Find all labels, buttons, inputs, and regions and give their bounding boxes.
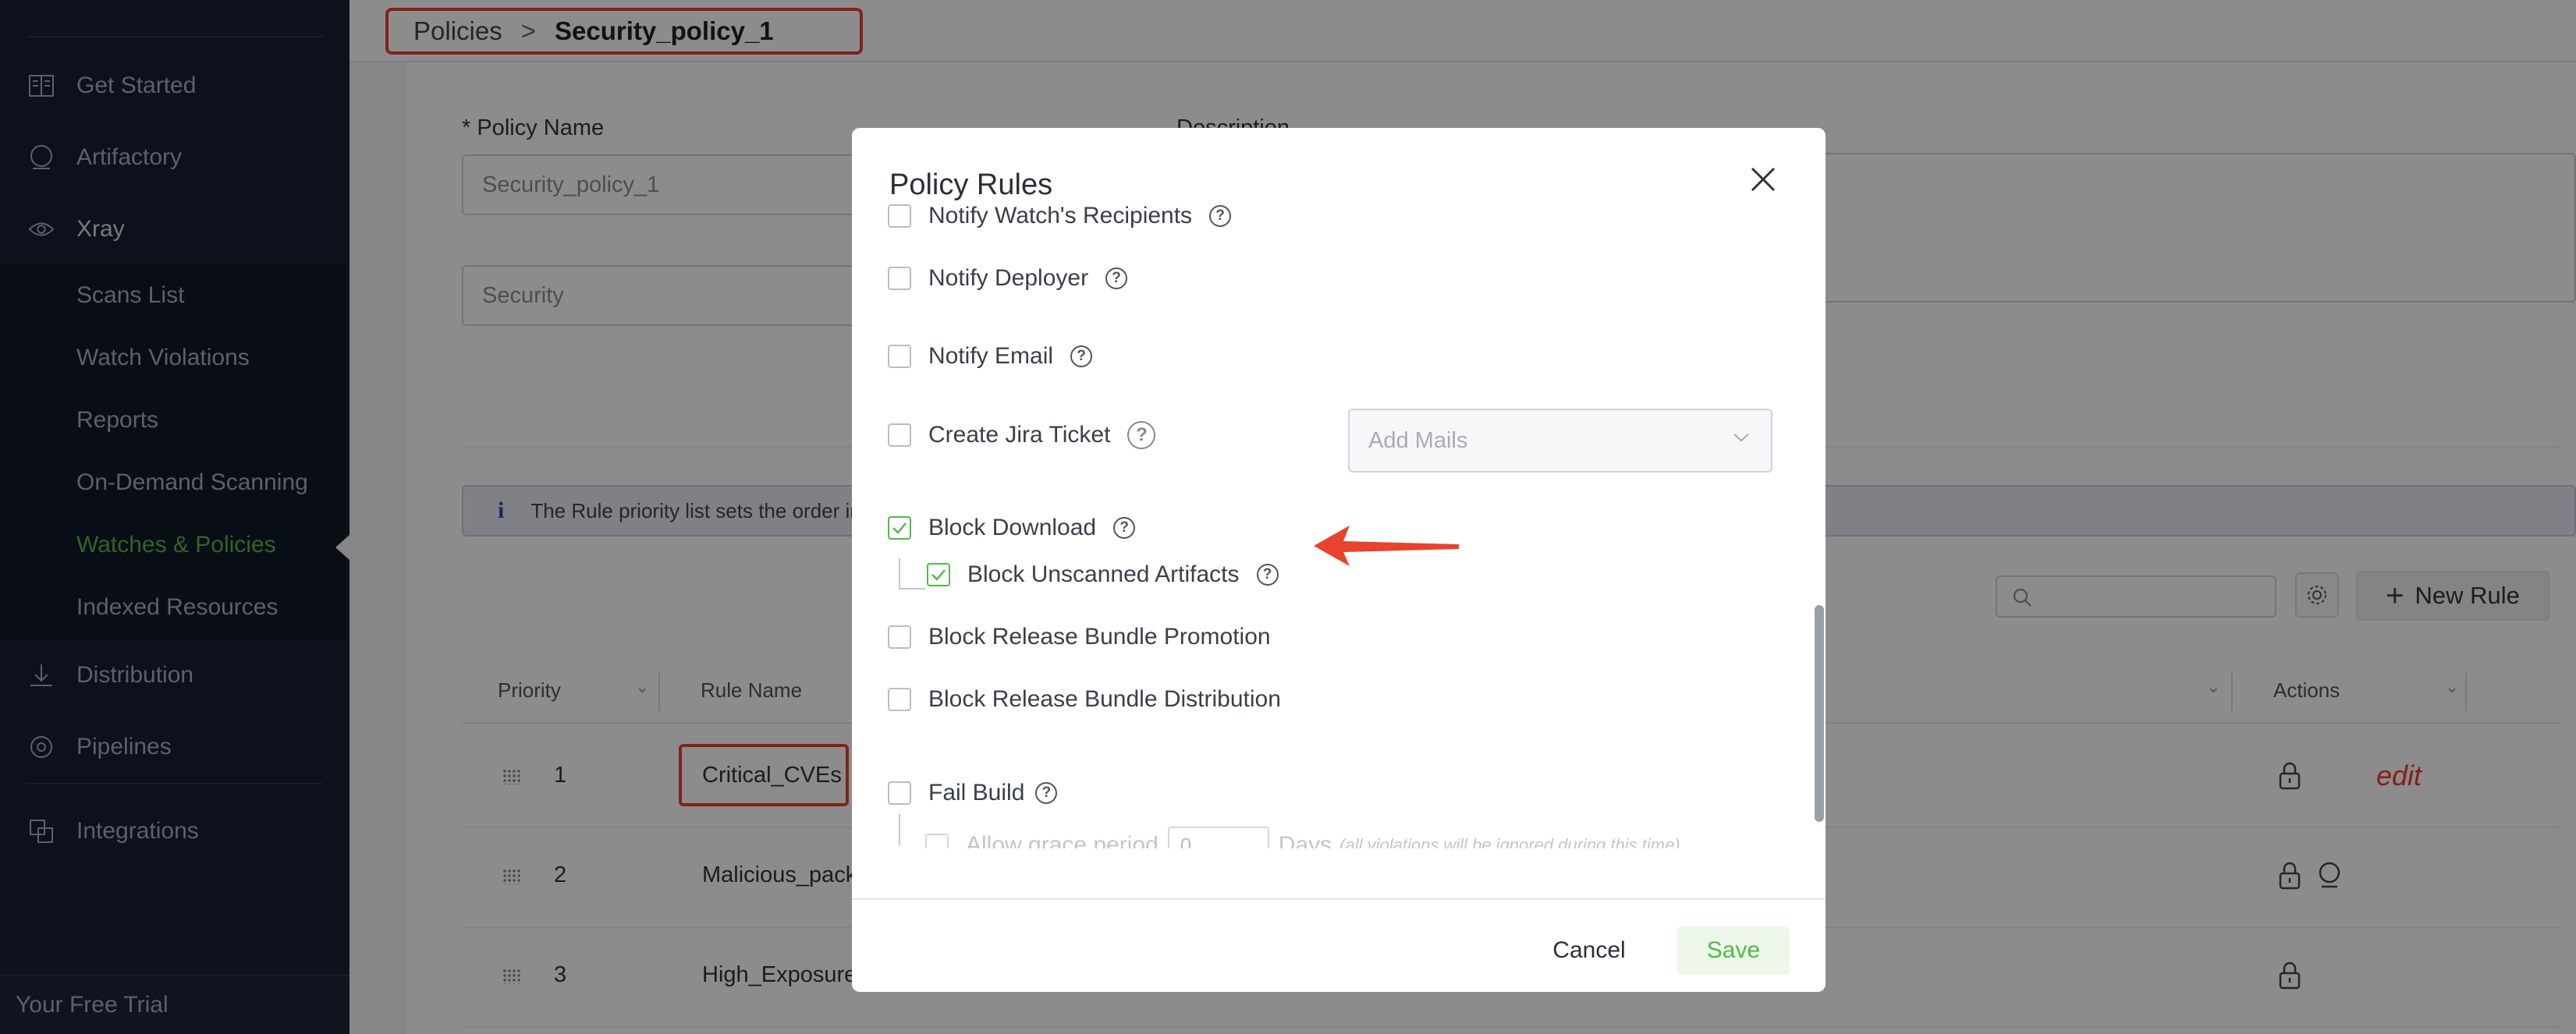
grace-days-input[interactable]: 0	[1167, 827, 1269, 848]
block-release-promotion-checkbox[interactable]	[888, 625, 911, 649]
option-label: Notify Deployer	[928, 265, 1089, 291]
help-icon[interactable]: ?	[1209, 205, 1232, 227]
grace-hint: (all violations will be ignored during t…	[1339, 835, 1680, 848]
annotation-arrow-icon	[1314, 526, 1459, 566]
grace-days-label: Days	[1278, 832, 1332, 848]
cancel-button[interactable]: Cancel	[1538, 926, 1640, 975]
option-notify-watch-recipients: Notify Watch's Recipients ?	[888, 203, 1232, 229]
notify-watch-recipients-checkbox[interactable]	[888, 204, 911, 228]
grace-period-checkbox[interactable]	[925, 834, 949, 848]
block-release-distribution-checkbox[interactable]	[888, 688, 911, 711]
check-icon	[892, 522, 907, 534]
help-icon[interactable]: ?	[1105, 267, 1128, 289]
block-download-checkbox[interactable]	[888, 516, 911, 540]
add-mails-dropdown[interactable]: Add Mails	[1348, 409, 1772, 473]
save-button[interactable]: Save	[1677, 926, 1790, 975]
modal-title: Policy Rules	[889, 168, 1053, 201]
option-label: Block Release Bundle Promotion	[928, 624, 1271, 650]
grace-period-label: Allow grace period	[966, 832, 1158, 848]
option-notify-deployer: Notify Deployer ?	[888, 265, 1128, 292]
notify-email-checkbox[interactable]	[888, 345, 911, 368]
option-fail-build: Fail Build ?	[888, 780, 1058, 806]
tree-connector	[899, 588, 925, 590]
help-icon[interactable]: ?	[1070, 345, 1093, 367]
option-label: Block Release Bundle Distribution	[928, 686, 1281, 712]
close-icon[interactable]	[1746, 162, 1780, 197]
option-label: Block Download	[928, 515, 1097, 540]
option-label: Notify Watch's Recipients	[928, 203, 1193, 228]
tree-connector	[899, 814, 900, 845]
block-unscanned-checkbox[interactable]	[927, 563, 950, 586]
fail-build-checkbox[interactable]	[888, 781, 911, 805]
option-block-unscanned-artifacts: Block Unscanned Artifacts ?	[927, 561, 1279, 588]
help-icon[interactable]: ?	[1256, 564, 1279, 586]
modal-scrollbar[interactable]	[1815, 605, 1824, 822]
option-notify-email: Notify Email ?	[888, 343, 1093, 370]
help-icon[interactable]: ?	[1113, 517, 1136, 539]
notify-deployer-checkbox[interactable]	[888, 267, 911, 290]
option-block-download: Block Download ?	[888, 515, 1136, 541]
check-icon	[931, 569, 946, 581]
help-icon[interactable]: ?	[1035, 782, 1058, 804]
option-label: Fail Build	[928, 780, 1025, 806]
option-block-release-bundle-promotion: Block Release Bundle Promotion	[888, 624, 1271, 650]
create-jira-ticket-checkbox[interactable]	[888, 423, 911, 447]
modal-footer: Cancel Save	[852, 898, 1826, 992]
option-create-jira-ticket: Create Jira Ticket ?	[888, 421, 1156, 449]
option-label: Block Unscanned Artifacts	[967, 561, 1240, 587]
help-icon[interactable]: ?	[1127, 421, 1156, 449]
option-label: Notify Email	[928, 343, 1054, 369]
chevron-down-icon	[1733, 434, 1749, 442]
option-block-release-bundle-distribution: Block Release Bundle Distribution	[888, 686, 1281, 713]
tree-connector	[899, 558, 900, 590]
add-mails-placeholder: Add Mails	[1368, 427, 1468, 453]
grace-period-row: Allow grace period 0 Days (all violation…	[925, 827, 1680, 848]
option-label: Create Jira Ticket	[928, 422, 1111, 448]
